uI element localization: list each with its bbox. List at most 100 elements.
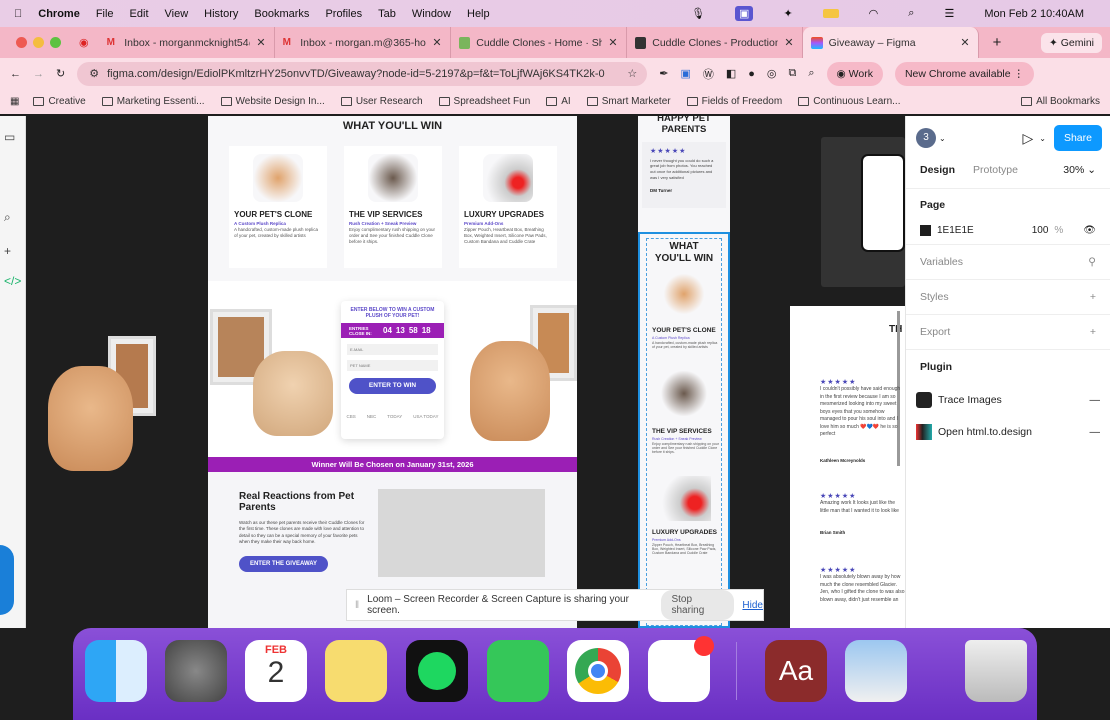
plugin-trace-images[interactable]: Trace Images — <box>906 384 1110 416</box>
chevron-down-icon[interactable]: ⌄ <box>1039 134 1046 143</box>
menu-app-name[interactable]: Chrome <box>38 8 80 20</box>
forward-icon[interactable]: → <box>33 68 44 80</box>
present-play-icon[interactable]: ▷ <box>1022 130 1033 147</box>
wifi-icon[interactable]: ◠ <box>869 7 879 20</box>
variables-section[interactable]: Variables ⚲ <box>906 244 1110 279</box>
search-icon[interactable]: ⌕ <box>4 210 11 225</box>
code-icon[interactable]: </> <box>4 274 21 288</box>
close-tab-icon[interactable]: ✕ <box>256 36 265 49</box>
add-icon[interactable]: + <box>1090 326 1096 338</box>
selected-section-what-youll-win[interactable]: WHAT YOU'LL WIN YOUR PET'S CLONE A Custo… <box>638 232 730 628</box>
trash-icon[interactable] <box>965 640 1027 702</box>
drag-handle-icon[interactable]: ‖ <box>355 600 359 611</box>
menu-edit[interactable]: Edit <box>130 8 149 20</box>
bookmark-folder[interactable]: Creative <box>33 96 86 107</box>
address-bar[interactable]: ⚙ figma.com/design/EdiolPKmltzrHY25onvvTD… <box>77 61 648 86</box>
site-settings-icon[interactable]: ⚙ <box>89 67 99 80</box>
bookmark-folder[interactable]: Continuous Learn... <box>798 96 900 107</box>
minus-icon[interactable]: — <box>1090 426 1101 438</box>
maximize-window-button[interactable] <box>50 37 61 48</box>
messages-icon[interactable] <box>487 640 549 702</box>
gemini-sparkle-icon[interactable]: ✦ <box>783 7 792 20</box>
search-icon[interactable]: ⌕ <box>908 7 914 20</box>
menu-view[interactable]: View <box>165 8 189 20</box>
chrome-update-button[interactable]: New Chrome available ⋮ <box>894 61 1035 86</box>
color-swatch[interactable] <box>920 225 931 236</box>
all-bookmarks[interactable]: All Bookmarks <box>1021 96 1100 107</box>
tab-shopify[interactable]: Cuddle Clones - Home · Shop ✕ <box>451 27 627 58</box>
recording-icon[interactable]: ◉ <box>79 36 89 49</box>
variables-adjust-icon[interactable]: ⚲ <box>1088 256 1096 268</box>
page-color-field[interactable]: 1E1E1E 100 % 👁 <box>920 225 1096 236</box>
enter-to-win-button[interactable]: ENTER TO WIN <box>349 378 436 394</box>
dictionary-icon[interactable]: Aa <box>765 640 827 702</box>
panel-toggle-icon[interactable]: ▭ <box>4 130 15 144</box>
slack-icon[interactable] <box>648 636 714 702</box>
tab-production[interactable]: Cuddle Clones - Production ✕ <box>627 27 803 58</box>
tab-prototype[interactable]: Prototype <box>973 164 1018 176</box>
menu-bookmarks[interactable]: Bookmarks <box>254 8 309 20</box>
pen-extension-icon[interactable]: ✒ <box>659 67 668 80</box>
menu-window[interactable]: Window <box>412 8 451 20</box>
video-placeholder[interactable] <box>378 489 545 577</box>
menu-tab[interactable]: Tab <box>378 8 396 20</box>
tab-figma-giveaway[interactable]: Giveaway – Figma ✕ <box>802 27 979 58</box>
control-center-icon[interactable]: ☰ <box>944 7 954 20</box>
close-tab-icon[interactable]: ✕ <box>432 36 441 49</box>
tab-search-icon[interactable]: ⌕ <box>808 67 814 80</box>
calendar-icon[interactable]: FEB 2 <box>245 640 307 702</box>
visibility-eye-icon[interactable]: 👁 <box>1083 225 1096 236</box>
bookmark-folder[interactable]: Website Design In... <box>220 96 325 107</box>
bookmark-folder[interactable]: User Research <box>340 96 423 107</box>
zoom-dropdown[interactable]: 30% ⌄ <box>1063 164 1096 176</box>
minus-icon[interactable]: — <box>1090 394 1101 406</box>
extension-icon[interactable]: ● <box>748 68 755 80</box>
export-section[interactable]: Export + <box>906 314 1110 349</box>
reload-icon[interactable]: ↻ <box>56 67 65 80</box>
stop-sharing-button[interactable]: Stop sharing <box>661 590 735 620</box>
close-tab-icon[interactable]: ✕ <box>608 36 617 49</box>
giveaway-mobile-frame[interactable]: HAPPY PET PARENTS ★★★★★ I never thought … <box>638 116 730 628</box>
bookmark-folder[interactable]: Fields of Freedom <box>686 96 782 107</box>
datetime[interactable]: Mon Feb 2 10:40AM <box>984 8 1084 20</box>
wordpress-extension-icon[interactable]: Ⓦ <box>703 66 714 82</box>
email-field[interactable]: E-MAIL <box>347 344 438 355</box>
finder-icon[interactable] <box>85 640 147 702</box>
new-tab-button[interactable]: + <box>993 34 1002 51</box>
collaborator-avatar[interactable]: 3 <box>916 128 936 148</box>
apps-grid-icon[interactable]: ▦ <box>10 96 19 107</box>
minimize-window-button[interactable] <box>33 37 44 48</box>
add-icon[interactable]: + <box>4 244 11 258</box>
puzzle-extensions-icon[interactable]: ⧉ <box>789 67 797 80</box>
tab-gmail-1[interactable]: M Inbox - morganmcknight54@ ✕ <box>99 27 275 58</box>
tab-gmail-2[interactable]: M Inbox - morgan.m@365-hold ✕ <box>275 27 451 58</box>
hide-link[interactable]: Hide <box>742 600 763 611</box>
camera-extension-icon[interactable]: ◎ <box>767 67 777 80</box>
bookmark-folder[interactable]: Marketing Essenti... <box>101 96 205 107</box>
styles-section[interactable]: Styles + <box>906 279 1110 314</box>
spotify-icon[interactable] <box>406 640 468 702</box>
chevron-down-icon[interactable]: ⌄ <box>939 134 946 143</box>
extension-icon[interactable]: ▣ <box>680 67 690 80</box>
menu-history[interactable]: History <box>204 8 238 20</box>
close-window-button[interactable] <box>16 37 27 48</box>
menu-profiles[interactable]: Profiles <box>325 8 362 20</box>
add-icon[interactable]: + <box>1090 291 1096 303</box>
system-settings-icon[interactable] <box>165 640 227 702</box>
screen-share-icon[interactable]: ▣ <box>735 6 754 21</box>
share-button[interactable]: Share <box>1053 125 1102 151</box>
giveaway-desktop-frame[interactable]: WHAT YOU'LL WIN YOUR PET'S CLONE A Custom… <box>208 116 577 628</box>
pet-name-field[interactable]: PET NAME <box>347 360 438 371</box>
profile-button[interactable]: ◉ Work <box>826 61 883 86</box>
bookmark-star-icon[interactable]: ☆ <box>627 67 637 80</box>
plugin-html-to-design[interactable]: Open html.to.design — <box>906 416 1110 448</box>
preview-icon[interactable] <box>845 640 907 702</box>
enter-giveaway-button[interactable]: ENTER THE GIVEAWAY <box>239 556 328 572</box>
microphone-icon[interactable]: 🎙 <box>691 7 705 20</box>
menu-file[interactable]: File <box>96 8 114 20</box>
gemini-button[interactable]: ✦ Gemini <box>1041 32 1102 53</box>
extension-icon[interactable]: ◧ <box>726 67 736 80</box>
bookmark-folder[interactable]: Spreadsheet Fun <box>438 96 530 107</box>
menu-help[interactable]: Help <box>467 8 490 20</box>
apple-icon[interactable]:  <box>14 8 22 20</box>
